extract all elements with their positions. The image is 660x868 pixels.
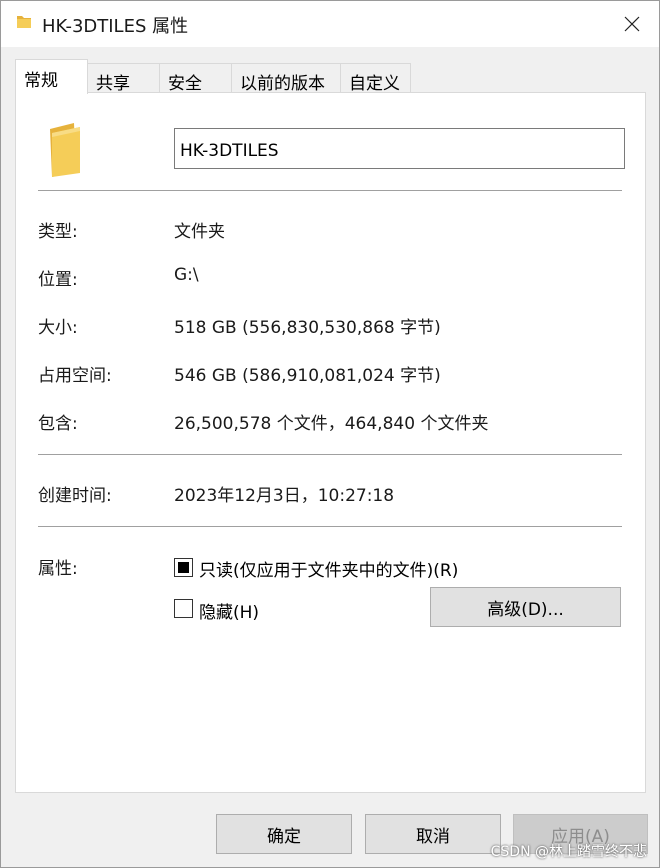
disk-size-label: 占用空间: xyxy=(38,366,112,386)
tab-customize[interactable]: 自定义 xyxy=(340,63,411,94)
properties-window: HK-3DTILES 属性 常规 共享 安全 以前的版本 自定义 类型: 文件夹… xyxy=(0,0,660,868)
window-title: HK-3DTILES 属性 xyxy=(42,16,189,37)
size-value: 518 GB (556,830,530,868 字节) xyxy=(174,318,441,338)
size-label: 大小: xyxy=(38,318,78,338)
folder-name-input[interactable] xyxy=(174,128,625,169)
tab-previous-versions[interactable]: 以前的版本 xyxy=(231,63,341,94)
general-panel: 类型: 文件夹 位置: G:\ 大小: 518 GB (556,830,530,… xyxy=(15,92,646,793)
watermark: CSDN @林上踏雪终不悲 xyxy=(490,844,647,860)
advanced-button[interactable]: 高级(D)... xyxy=(430,587,621,627)
attributes-label: 属性: xyxy=(38,559,78,579)
separator xyxy=(38,526,622,527)
readonly-label[interactable]: 只读(仅应用于文件夹中的文件)(R) xyxy=(199,556,458,581)
location-label: 位置: xyxy=(38,270,78,290)
folder-icon xyxy=(17,16,31,28)
location-value: G:\ xyxy=(174,265,199,285)
hidden-checkbox[interactable] xyxy=(174,599,193,618)
cancel-button[interactable]: 取消 xyxy=(365,814,501,854)
type-label: 类型: xyxy=(38,222,78,242)
close-button[interactable] xyxy=(617,9,647,39)
contains-value: 26,500,578 个文件，464,840 个文件夹 xyxy=(174,414,489,434)
folder-icon xyxy=(50,123,80,177)
separator xyxy=(38,454,622,455)
tab-general[interactable]: 常规 xyxy=(15,59,88,94)
ok-button[interactable]: 确定 xyxy=(216,814,352,854)
disk-size-value: 546 GB (586,910,081,024 字节) xyxy=(174,366,441,386)
readonly-checkbox[interactable] xyxy=(174,558,193,577)
created-value: 2023年12月3日，10:27:18 xyxy=(174,486,395,506)
separator xyxy=(38,190,622,191)
tab-security[interactable]: 安全 xyxy=(159,63,232,94)
close-icon xyxy=(624,16,640,32)
type-value: 文件夹 xyxy=(174,222,225,242)
created-label: 创建时间: xyxy=(38,486,112,506)
title-bar[interactable]: HK-3DTILES 属性 xyxy=(1,1,659,47)
hidden-label[interactable]: 隐藏(H) xyxy=(199,598,259,623)
tab-sharing[interactable]: 共享 xyxy=(87,63,160,94)
contains-label: 包含: xyxy=(38,414,78,434)
